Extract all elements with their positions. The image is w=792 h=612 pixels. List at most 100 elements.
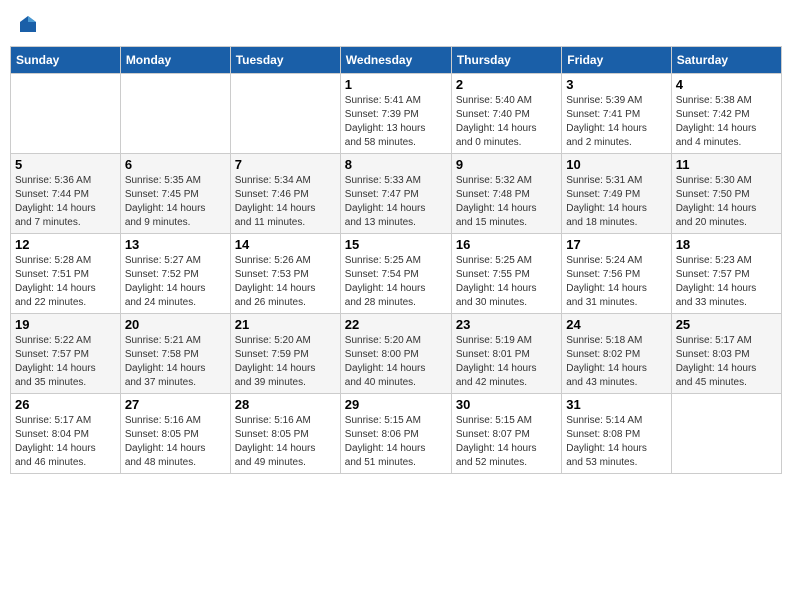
- calendar-cell: 13 Sunrise: 5:27 AM Sunset: 7:52 PM Dayli…: [120, 234, 230, 314]
- calendar-cell: 18 Sunrise: 5:23 AM Sunset: 7:57 PM Dayli…: [671, 234, 781, 314]
- day-info: Sunrise: 5:26 AM Sunset: 7:53 PM Dayligh…: [235, 254, 336, 310]
- day-number: 17: [566, 237, 666, 252]
- weekday-header-saturday: Saturday: [671, 47, 781, 74]
- calendar-cell: 27 Sunrise: 5:16 AM Sunset: 8:05 PM Dayli…: [120, 394, 230, 474]
- day-info: Sunrise: 5:36 AM Sunset: 7:44 PM Dayligh…: [15, 174, 116, 230]
- day-info: Sunrise: 5:25 AM Sunset: 7:55 PM Dayligh…: [456, 254, 557, 310]
- day-info: Sunrise: 5:27 AM Sunset: 7:52 PM Dayligh…: [125, 254, 226, 310]
- day-number: 24: [566, 317, 666, 332]
- calendar-cell: 17 Sunrise: 5:24 AM Sunset: 7:56 PM Dayli…: [562, 234, 671, 314]
- day-info: Sunrise: 5:14 AM Sunset: 8:08 PM Dayligh…: [566, 414, 666, 470]
- day-number: 1: [345, 77, 447, 92]
- calendar-week-row: 1 Sunrise: 5:41 AM Sunset: 7:39 PM Daylig…: [11, 74, 782, 154]
- calendar-cell: 29 Sunrise: 5:15 AM Sunset: 8:06 PM Dayli…: [340, 394, 451, 474]
- day-info: Sunrise: 5:33 AM Sunset: 7:47 PM Dayligh…: [345, 174, 447, 230]
- day-info: Sunrise: 5:40 AM Sunset: 7:40 PM Dayligh…: [456, 94, 557, 150]
- day-info: Sunrise: 5:17 AM Sunset: 8:03 PM Dayligh…: [676, 334, 777, 390]
- day-number: 20: [125, 317, 226, 332]
- calendar-header-row: SundayMondayTuesdayWednesdayThursdayFrid…: [11, 47, 782, 74]
- day-info: Sunrise: 5:35 AM Sunset: 7:45 PM Dayligh…: [125, 174, 226, 230]
- calendar-cell: 21 Sunrise: 5:20 AM Sunset: 7:59 PM Dayli…: [230, 314, 340, 394]
- calendar-cell: 5 Sunrise: 5:36 AM Sunset: 7:44 PM Daylig…: [11, 154, 121, 234]
- day-number: 15: [345, 237, 447, 252]
- calendar-cell: 23 Sunrise: 5:19 AM Sunset: 8:01 PM Dayli…: [451, 314, 561, 394]
- day-number: 6: [125, 157, 226, 172]
- day-info: Sunrise: 5:24 AM Sunset: 7:56 PM Dayligh…: [566, 254, 666, 310]
- day-info: Sunrise: 5:18 AM Sunset: 8:02 PM Dayligh…: [566, 334, 666, 390]
- day-number: 21: [235, 317, 336, 332]
- calendar-week-row: 19Sunrise: 5:22 AM Sunset: 7:57 PM Dayli…: [11, 314, 782, 394]
- day-number: 13: [125, 237, 226, 252]
- logo-icon: [18, 14, 38, 34]
- day-info: Sunrise: 5:22 AM Sunset: 7:57 PM Dayligh…: [15, 334, 116, 390]
- day-info: Sunrise: 5:28 AM Sunset: 7:51 PM Dayligh…: [15, 254, 116, 310]
- day-number: 28: [235, 397, 336, 412]
- day-number: 23: [456, 317, 557, 332]
- day-number: 7: [235, 157, 336, 172]
- calendar-cell: 7Sunrise: 5:34 AM Sunset: 7:46 PM Daylig…: [230, 154, 340, 234]
- calendar-cell: 24 Sunrise: 5:18 AM Sunset: 8:02 PM Dayli…: [562, 314, 671, 394]
- day-number: 9: [456, 157, 557, 172]
- day-number: 14: [235, 237, 336, 252]
- calendar-cell: 14 Sunrise: 5:26 AM Sunset: 7:53 PM Dayli…: [230, 234, 340, 314]
- calendar-cell: 9 Sunrise: 5:32 AM Sunset: 7:48 PM Daylig…: [451, 154, 561, 234]
- day-number: 22: [345, 317, 447, 332]
- calendar-table: SundayMondayTuesdayWednesdayThursdayFrid…: [10, 46, 782, 474]
- calendar-cell: 30Sunrise: 5:15 AM Sunset: 8:07 PM Dayli…: [451, 394, 561, 474]
- day-info: Sunrise: 5:25 AM Sunset: 7:54 PM Dayligh…: [345, 254, 447, 310]
- day-info: Sunrise: 5:39 AM Sunset: 7:41 PM Dayligh…: [566, 94, 666, 150]
- calendar-cell: 26 Sunrise: 5:17 AM Sunset: 8:04 PM Dayli…: [11, 394, 121, 474]
- calendar-cell: 2 Sunrise: 5:40 AM Sunset: 7:40 PM Daylig…: [451, 74, 561, 154]
- calendar-cell: 22 Sunrise: 5:20 AM Sunset: 8:00 PM Dayli…: [340, 314, 451, 394]
- calendar-cell: 25 Sunrise: 5:17 AM Sunset: 8:03 PM Dayli…: [671, 314, 781, 394]
- day-number: 4: [676, 77, 777, 92]
- weekday-header-friday: Friday: [562, 47, 671, 74]
- weekday-header-sunday: Sunday: [11, 47, 121, 74]
- day-info: Sunrise: 5:20 AM Sunset: 7:59 PM Dayligh…: [235, 334, 336, 390]
- calendar-cell: 10 Sunrise: 5:31 AM Sunset: 7:49 PM Dayli…: [562, 154, 671, 234]
- day-info: Sunrise: 5:16 AM Sunset: 8:05 PM Dayligh…: [235, 414, 336, 470]
- day-info: Sunrise: 5:15 AM Sunset: 8:07 PM Dayligh…: [456, 414, 557, 470]
- calendar-cell: [11, 74, 121, 154]
- day-info: Sunrise: 5:41 AM Sunset: 7:39 PM Dayligh…: [345, 94, 447, 150]
- day-number: 31: [566, 397, 666, 412]
- day-info: Sunrise: 5:38 AM Sunset: 7:42 PM Dayligh…: [676, 94, 777, 150]
- calendar-cell: [230, 74, 340, 154]
- day-number: 29: [345, 397, 447, 412]
- day-info: Sunrise: 5:17 AM Sunset: 8:04 PM Dayligh…: [15, 414, 116, 470]
- weekday-header-tuesday: Tuesday: [230, 47, 340, 74]
- calendar-cell: [671, 394, 781, 474]
- calendar-week-row: 26 Sunrise: 5:17 AM Sunset: 8:04 PM Dayli…: [11, 394, 782, 474]
- day-info: Sunrise: 5:21 AM Sunset: 7:58 PM Dayligh…: [125, 334, 226, 390]
- weekday-header-thursday: Thursday: [451, 47, 561, 74]
- calendar-cell: 4 Sunrise: 5:38 AM Sunset: 7:42 PM Daylig…: [671, 74, 781, 154]
- calendar-cell: 11Sunrise: 5:30 AM Sunset: 7:50 PM Dayli…: [671, 154, 781, 234]
- weekday-header-monday: Monday: [120, 47, 230, 74]
- calendar-week-row: 12Sunrise: 5:28 AM Sunset: 7:51 PM Dayli…: [11, 234, 782, 314]
- day-number: 11: [676, 157, 777, 172]
- day-number: 10: [566, 157, 666, 172]
- calendar-cell: [120, 74, 230, 154]
- day-info: Sunrise: 5:19 AM Sunset: 8:01 PM Dayligh…: [456, 334, 557, 390]
- day-info: Sunrise: 5:16 AM Sunset: 8:05 PM Dayligh…: [125, 414, 226, 470]
- day-info: Sunrise: 5:31 AM Sunset: 7:49 PM Dayligh…: [566, 174, 666, 230]
- calendar-cell: 31 Sunrise: 5:14 AM Sunset: 8:08 PM Dayli…: [562, 394, 671, 474]
- calendar-week-row: 5 Sunrise: 5:36 AM Sunset: 7:44 PM Daylig…: [11, 154, 782, 234]
- calendar-cell: 6 Sunrise: 5:35 AM Sunset: 7:45 PM Daylig…: [120, 154, 230, 234]
- page-header: [10, 10, 782, 38]
- day-number: 18: [676, 237, 777, 252]
- day-info: Sunrise: 5:23 AM Sunset: 7:57 PM Dayligh…: [676, 254, 777, 310]
- day-info: Sunrise: 5:32 AM Sunset: 7:48 PM Dayligh…: [456, 174, 557, 230]
- day-number: 26: [15, 397, 116, 412]
- calendar-cell: 28 Sunrise: 5:16 AM Sunset: 8:05 PM Dayli…: [230, 394, 340, 474]
- day-number: 5: [15, 157, 116, 172]
- day-info: Sunrise: 5:15 AM Sunset: 8:06 PM Dayligh…: [345, 414, 447, 470]
- day-info: Sunrise: 5:20 AM Sunset: 8:00 PM Dayligh…: [345, 334, 447, 390]
- day-number: 27: [125, 397, 226, 412]
- calendar-cell: 15 Sunrise: 5:25 AM Sunset: 7:54 PM Dayli…: [340, 234, 451, 314]
- calendar-cell: 16Sunrise: 5:25 AM Sunset: 7:55 PM Dayli…: [451, 234, 561, 314]
- day-number: 3: [566, 77, 666, 92]
- weekday-header-wednesday: Wednesday: [340, 47, 451, 74]
- day-number: 25: [676, 317, 777, 332]
- day-number: 2: [456, 77, 557, 92]
